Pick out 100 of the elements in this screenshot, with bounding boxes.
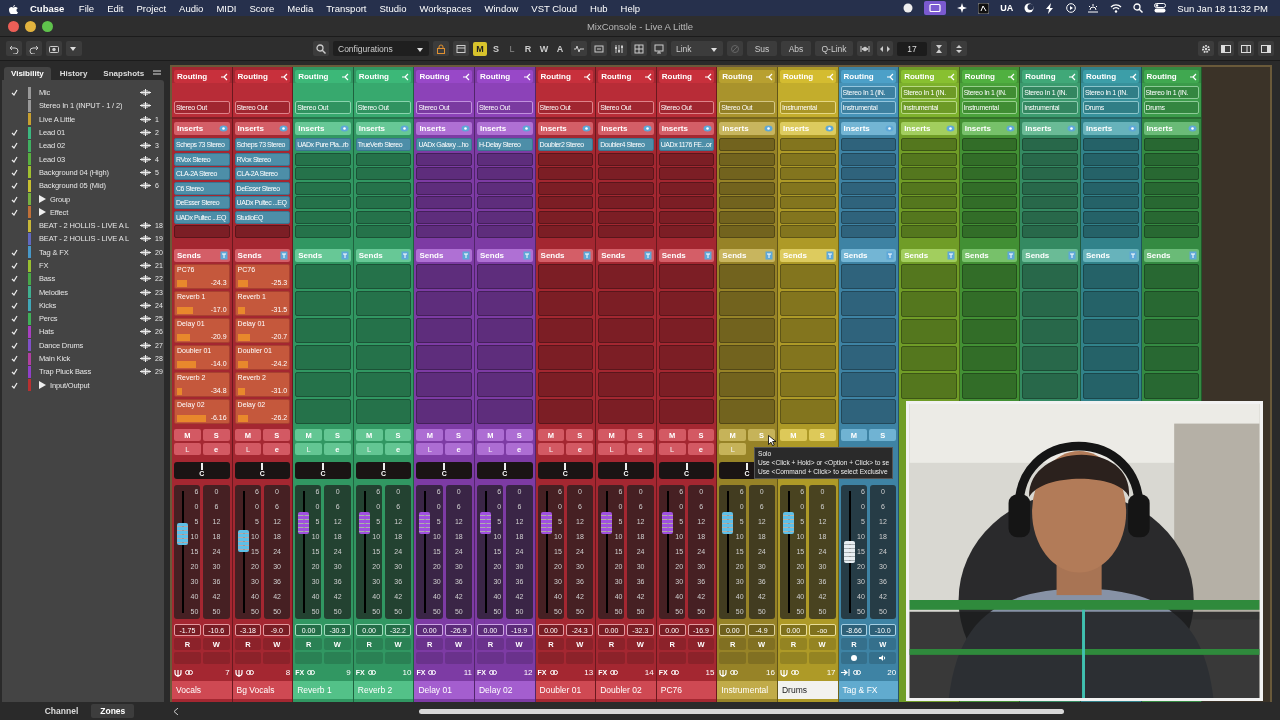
menu-item[interactable]: Transport — [319, 2, 373, 14]
channel-name[interactable]: Instrumental — [717, 681, 777, 699]
sends-header[interactable]: Sends — [1082, 249, 1139, 262]
clock[interactable]: Sun Jan 18 11:32 PM — [1177, 2, 1272, 14]
routing-header[interactable]: Routing — [658, 70, 715, 83]
header-label: Routing — [540, 72, 571, 81]
menu-item[interactable]: Score — [242, 2, 281, 14]
inserts-header[interactable]: Inserts — [416, 122, 472, 135]
panel-tab[interactable]: Snapshots — [96, 67, 152, 80]
mode-button[interactable]: W — [537, 41, 551, 56]
header-label: Sends — [298, 251, 323, 260]
panel-tab[interactable]: Visibility — [4, 67, 51, 80]
app-menu[interactable]: Cubase — [18, 2, 73, 14]
inserts-header[interactable]: Inserts — [537, 122, 594, 135]
mode-button[interactable]: A — [553, 41, 567, 56]
panel-tab[interactable]: History — [52, 67, 95, 80]
inserts-header[interactable]: Inserts — [598, 122, 654, 135]
routing-header[interactable]: Routing — [961, 70, 1018, 83]
channel-name[interactable]: Doubler 01 — [535, 681, 596, 699]
menu-item[interactable]: Edit — [100, 2, 130, 14]
zone-tab[interactable]: Zones — [91, 704, 135, 718]
inserts-header[interactable]: Inserts — [174, 122, 230, 135]
menu-item[interactable]: File — [72, 2, 101, 14]
inserts-header[interactable]: Inserts — [1082, 122, 1139, 135]
status-item[interactable]: UA — [1000, 3, 1014, 13]
channel-number: 14 — [644, 668, 654, 677]
header-label: Sends — [964, 251, 989, 260]
header-label: Inserts — [843, 124, 870, 133]
sends-header[interactable]: Sends — [416, 249, 472, 262]
menu-item[interactable]: Project — [130, 2, 173, 14]
header-label: Routing — [237, 72, 268, 81]
routing-header[interactable]: Routing — [537, 70, 594, 83]
channel-number: 8 — [285, 668, 291, 677]
header-label: Routing — [782, 72, 814, 81]
routing-header[interactable]: Routing — [719, 70, 775, 83]
mode-button[interactable]: M — [473, 41, 487, 56]
abs-button[interactable]: Abs — [781, 41, 811, 56]
routing-header[interactable]: Routing — [840, 70, 897, 83]
channel-name[interactable]: PC76 — [656, 681, 717, 699]
menu-item[interactable]: MIDI — [209, 2, 243, 14]
sends-header[interactable]: Sends — [476, 249, 533, 262]
menu-item[interactable]: Studio — [373, 2, 413, 14]
channel-name[interactable]: Doubler 02 — [596, 681, 656, 699]
header-label: Inserts — [237, 124, 264, 133]
menu-item[interactable]: Workspaces — [412, 2, 478, 14]
channel-name[interactable]: Delay 02 — [474, 681, 535, 699]
channel-number: 13 — [584, 668, 594, 677]
routing-header[interactable]: Routing — [174, 70, 230, 83]
link-dropdown[interactable]: Link — [671, 41, 723, 56]
menu-item[interactable]: VST Cloud — [524, 2, 584, 14]
sends-header[interactable]: Sends — [234, 249, 291, 262]
header-label: Routing — [601, 72, 632, 81]
channel-number: 7 — [225, 668, 230, 677]
sends-header[interactable]: Sends — [658, 249, 715, 262]
channel-name[interactable]: Drums — [777, 681, 838, 699]
sends-header[interactable]: Sends — [1143, 249, 1200, 262]
header-label: Inserts — [782, 124, 810, 133]
sends-header[interactable]: Sends — [174, 249, 230, 262]
channel-number: 15 — [705, 668, 715, 677]
routing-header[interactable]: Routing — [295, 70, 351, 83]
routing-header[interactable]: Routing — [1022, 70, 1078, 83]
routing-header[interactable]: Routing — [1082, 70, 1139, 83]
sends-header[interactable]: Sends — [1022, 249, 1078, 262]
mode-button[interactable]: R — [521, 41, 535, 56]
zone-tab[interactable]: Channel — [35, 704, 88, 718]
channel-name[interactable]: Reverb 1 — [293, 681, 353, 699]
channel-name[interactable]: Bg Vocals — [232, 681, 293, 699]
channel-count-field[interactable]: 17 — [897, 41, 927, 56]
routing-header[interactable]: Routing — [355, 70, 412, 83]
mode-button[interactable]: S — [489, 41, 503, 56]
sends-header[interactable]: Sends — [598, 249, 654, 262]
inserts-header[interactable]: Inserts — [658, 122, 715, 135]
channel-name[interactable]: Tag & FX — [838, 681, 899, 699]
routing-header[interactable]: Routing — [416, 70, 472, 83]
menu-item[interactable]: Hub — [583, 2, 614, 14]
inserts-header[interactable]: Inserts — [234, 122, 291, 135]
channel-name[interactable]: Reverb 2 — [353, 681, 414, 699]
menu-item[interactable]: Window — [478, 2, 525, 14]
sus-button[interactable]: Sus — [747, 41, 777, 56]
configurations-dropdown[interactable]: Configurations — [333, 41, 429, 56]
menu-item[interactable]: Audio — [172, 2, 210, 14]
inserts-header[interactable]: Inserts — [1143, 122, 1200, 135]
menu-item[interactable]: Media — [280, 2, 320, 14]
header-label: Sends — [479, 251, 504, 260]
routing-header[interactable]: Routing — [476, 70, 533, 83]
sends-header[interactable]: Sends — [840, 249, 897, 262]
routing-header[interactable]: Routing — [598, 70, 654, 83]
channel-name[interactable]: Vocals — [172, 681, 232, 699]
sends-header[interactable]: Sends — [537, 249, 594, 262]
menu-item[interactable]: Help — [614, 2, 647, 14]
q-link-button[interactable]: Q-Link — [815, 41, 853, 56]
inserts-header[interactable]: Inserts — [840, 122, 897, 135]
header-label: Routing — [177, 72, 208, 81]
header-label: Sends — [601, 251, 626, 260]
inserts-header[interactable]: Inserts — [1022, 122, 1078, 135]
header-label: Routing — [661, 72, 692, 81]
channel-name[interactable]: Delay 01 — [414, 681, 474, 699]
routing-header[interactable]: Routing — [1143, 70, 1200, 83]
inserts-header[interactable]: Inserts — [476, 122, 533, 135]
routing-header[interactable]: Routing — [234, 70, 291, 83]
